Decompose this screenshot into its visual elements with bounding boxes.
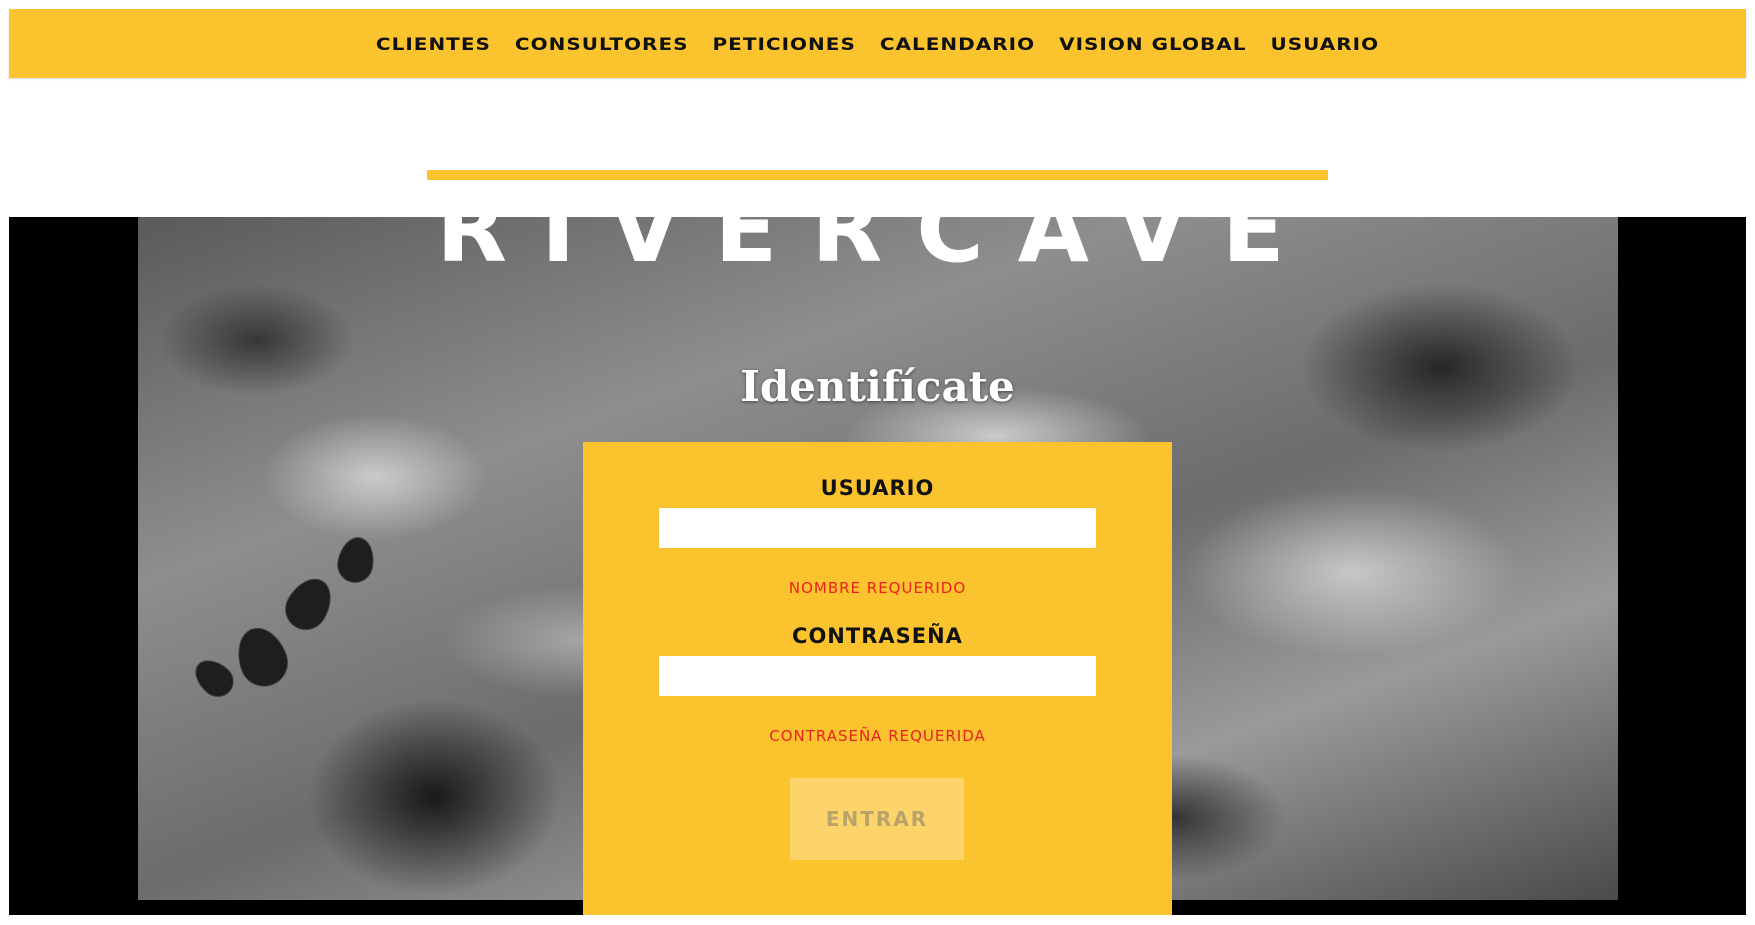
login-form: Usuario Nombre requerido Contraseña Cont… [583,442,1172,915]
main-navbar: Clientes Consultores Peticiones Calendar… [9,9,1746,78]
leaf-decoration [334,534,378,586]
leaf-decoration [277,570,341,638]
username-input[interactable] [659,508,1096,548]
nav-item-clientes[interactable]: Clientes [376,33,491,53]
login-title: Identifícate [740,362,1015,411]
password-error: Contraseña requerida [769,727,986,745]
username-label: Usuario [820,476,935,500]
password-input[interactable] [659,656,1096,696]
login-submit-button[interactable]: Entrar [790,778,964,860]
leaf-decoration [187,652,241,704]
brand-divider [427,170,1328,180]
nav-item-calendario[interactable]: Calendario [880,33,1035,53]
brand-logo: RIVERCAVE [427,200,1328,270]
password-label: Contraseña [792,624,963,648]
nav-item-peticiones[interactable]: Peticiones [713,33,856,53]
brand-name: RIVERCAVE [436,200,1319,270]
nav-item-usuario[interactable]: Usuario [1270,33,1379,53]
username-error: Nombre requerido [788,579,967,597]
leaf-decoration [229,620,295,694]
nav-item-vision-global[interactable]: Vision global [1059,33,1246,53]
nav-item-consultores[interactable]: Consultores [515,33,689,53]
